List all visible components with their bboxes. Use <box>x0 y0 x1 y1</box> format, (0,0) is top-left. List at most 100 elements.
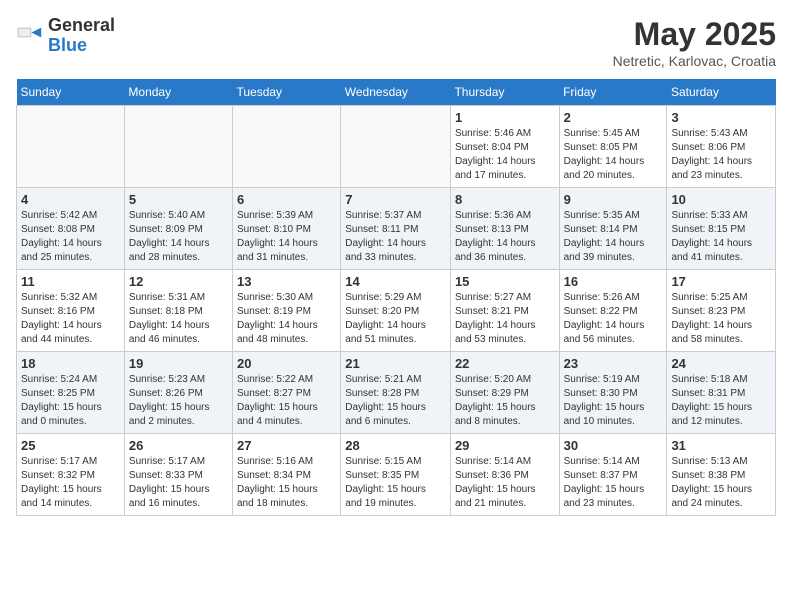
day-number: 12 <box>129 274 228 289</box>
day-info: Sunrise: 5:14 AMSunset: 8:37 PMDaylight:… <box>564 455 663 511</box>
weekday-header-sunday: Sunday <box>17 79 125 106</box>
calendar-cell <box>17 106 125 188</box>
day-number: 1 <box>455 110 555 125</box>
title-block: May 2025 Netretic, Karlovac, Croatia <box>613 16 776 69</box>
day-info: Sunrise: 5:36 AMSunset: 8:13 PMDaylight:… <box>455 209 555 265</box>
day-info: Sunrise: 5:40 AMSunset: 8:09 PMDaylight:… <box>129 209 228 265</box>
day-info: Sunrise: 5:23 AMSunset: 8:26 PMDaylight:… <box>129 373 228 429</box>
calendar-cell: 8 Sunrise: 5:36 AMSunset: 8:13 PMDaylight… <box>450 188 559 270</box>
day-number: 23 <box>564 356 663 371</box>
calendar-cell: 6 Sunrise: 5:39 AMSunset: 8:10 PMDaylight… <box>232 188 340 270</box>
day-number: 3 <box>671 110 771 125</box>
weekday-header-saturday: Saturday <box>667 79 776 106</box>
calendar-cell: 29 Sunrise: 5:14 AMSunset: 8:36 PMDayligh… <box>450 434 559 516</box>
calendar-week-row: 18Sunrise: 5:24 AMSunset: 8:25 PMDayligh… <box>17 352 776 434</box>
day-info: Sunrise: 5:15 AMSunset: 8:35 PMDaylight:… <box>345 455 446 511</box>
calendar-cell: 24 Sunrise: 5:18 AMSunset: 8:31 PMDayligh… <box>667 352 776 434</box>
calendar-week-row: 11Sunrise: 5:32 AMSunset: 8:16 PMDayligh… <box>17 270 776 352</box>
day-number: 19 <box>129 356 228 371</box>
day-info: Sunrise: 5:45 AMSunset: 8:05 PMDaylight:… <box>564 127 663 183</box>
day-number: 24 <box>671 356 771 371</box>
day-info: Sunrise: 5:42 AMSunset: 8:08 PMDaylight:… <box>21 209 120 265</box>
day-number: 7 <box>345 192 446 207</box>
day-number: 28 <box>345 438 446 453</box>
day-info: Sunrise: 5:18 AMSunset: 8:31 PMDaylight:… <box>671 373 771 429</box>
day-number: 22 <box>455 356 555 371</box>
calendar-week-row: 1 Sunrise: 5:46 AMSunset: 8:04 PMDaylight… <box>17 106 776 188</box>
day-info: Sunrise: 5:26 AMSunset: 8:22 PMDaylight:… <box>564 291 663 347</box>
day-number: 14 <box>345 274 446 289</box>
day-info: Sunrise: 5:13 AMSunset: 8:38 PMDaylight:… <box>671 455 771 511</box>
day-number: 5 <box>129 192 228 207</box>
calendar-cell: 30 Sunrise: 5:14 AMSunset: 8:37 PMDayligh… <box>559 434 667 516</box>
calendar-cell: 15 Sunrise: 5:27 AMSunset: 8:21 PMDayligh… <box>450 270 559 352</box>
calendar-cell: 21 Sunrise: 5:21 AMSunset: 8:28 PMDayligh… <box>341 352 451 434</box>
day-info: Sunrise: 5:31 AMSunset: 8:18 PMDaylight:… <box>129 291 228 347</box>
calendar-cell: 17 Sunrise: 5:25 AMSunset: 8:23 PMDayligh… <box>667 270 776 352</box>
calendar-cell: 28 Sunrise: 5:15 AMSunset: 8:35 PMDayligh… <box>341 434 451 516</box>
location-text: Netretic, Karlovac, Croatia <box>613 53 776 69</box>
day-info: Sunrise: 5:19 AMSunset: 8:30 PMDaylight:… <box>564 373 663 429</box>
day-number: 26 <box>129 438 228 453</box>
day-info: Sunrise: 5:39 AMSunset: 8:10 PMDaylight:… <box>237 209 336 265</box>
calendar-cell: 25 Sunrise: 5:17 AMSunset: 8:32 PMDayligh… <box>17 434 125 516</box>
calendar-cell: 14 Sunrise: 5:29 AMSunset: 8:20 PMDayligh… <box>341 270 451 352</box>
day-number: 16 <box>564 274 663 289</box>
weekday-header-row: SundayMondayTuesdayWednesdayThursdayFrid… <box>17 79 776 106</box>
day-info: Sunrise: 5:25 AMSunset: 8:23 PMDaylight:… <box>671 291 771 347</box>
day-number: 8 <box>455 192 555 207</box>
logo-text: General Blue <box>48 16 115 56</box>
day-info: Sunrise: 5:35 AMSunset: 8:14 PMDaylight:… <box>564 209 663 265</box>
calendar-cell: 2 Sunrise: 5:45 AMSunset: 8:05 PMDaylight… <box>559 106 667 188</box>
day-info: Sunrise: 5:29 AMSunset: 8:20 PMDaylight:… <box>345 291 446 347</box>
weekday-header-monday: Monday <box>124 79 232 106</box>
logo-blue-text: Blue <box>48 36 115 56</box>
calendar-cell <box>341 106 451 188</box>
calendar-cell: 16 Sunrise: 5:26 AMSunset: 8:22 PMDayligh… <box>559 270 667 352</box>
calendar-table: SundayMondayTuesdayWednesdayThursdayFrid… <box>16 79 776 516</box>
calendar-week-row: 4Sunrise: 5:42 AMSunset: 8:08 PMDaylight… <box>17 188 776 270</box>
day-number: 15 <box>455 274 555 289</box>
calendar-cell: 1 Sunrise: 5:46 AMSunset: 8:04 PMDaylight… <box>450 106 559 188</box>
page-header: General Blue May 2025 Netretic, Karlovac… <box>16 16 776 69</box>
day-info: Sunrise: 5:21 AMSunset: 8:28 PMDaylight:… <box>345 373 446 429</box>
month-title: May 2025 <box>613 16 776 53</box>
day-number: 25 <box>21 438 120 453</box>
day-number: 6 <box>237 192 336 207</box>
calendar-cell <box>124 106 232 188</box>
day-number: 21 <box>345 356 446 371</box>
calendar-cell: 10Sunrise: 5:33 AMSunset: 8:15 PMDayligh… <box>667 188 776 270</box>
calendar-cell: 12 Sunrise: 5:31 AMSunset: 8:18 PMDayligh… <box>124 270 232 352</box>
day-number: 20 <box>237 356 336 371</box>
logo: General Blue <box>16 16 115 56</box>
day-number: 11 <box>21 274 120 289</box>
day-number: 30 <box>564 438 663 453</box>
calendar-cell: 4Sunrise: 5:42 AMSunset: 8:08 PMDaylight… <box>17 188 125 270</box>
logo-icon <box>16 22 44 50</box>
day-info: Sunrise: 5:27 AMSunset: 8:21 PMDaylight:… <box>455 291 555 347</box>
day-number: 31 <box>671 438 771 453</box>
day-number: 10 <box>671 192 771 207</box>
day-info: Sunrise: 5:14 AMSunset: 8:36 PMDaylight:… <box>455 455 555 511</box>
weekday-header-wednesday: Wednesday <box>341 79 451 106</box>
day-number: 13 <box>237 274 336 289</box>
day-info: Sunrise: 5:37 AMSunset: 8:11 PMDaylight:… <box>345 209 446 265</box>
day-info: Sunrise: 5:22 AMSunset: 8:27 PMDaylight:… <box>237 373 336 429</box>
day-number: 9 <box>564 192 663 207</box>
day-number: 27 <box>237 438 336 453</box>
calendar-cell: 7 Sunrise: 5:37 AMSunset: 8:11 PMDaylight… <box>341 188 451 270</box>
weekday-header-friday: Friday <box>559 79 667 106</box>
calendar-cell: 26 Sunrise: 5:17 AMSunset: 8:33 PMDayligh… <box>124 434 232 516</box>
calendar-cell: 23 Sunrise: 5:19 AMSunset: 8:30 PMDayligh… <box>559 352 667 434</box>
day-number: 17 <box>671 274 771 289</box>
calendar-cell: 3Sunrise: 5:43 AMSunset: 8:06 PMDaylight… <box>667 106 776 188</box>
day-number: 2 <box>564 110 663 125</box>
calendar-cell: 18Sunrise: 5:24 AMSunset: 8:25 PMDayligh… <box>17 352 125 434</box>
day-info: Sunrise: 5:46 AMSunset: 8:04 PMDaylight:… <box>455 127 555 183</box>
calendar-cell: 5 Sunrise: 5:40 AMSunset: 8:09 PMDaylight… <box>124 188 232 270</box>
day-info: Sunrise: 5:17 AMSunset: 8:32 PMDaylight:… <box>21 455 120 511</box>
day-number: 18 <box>21 356 120 371</box>
day-info: Sunrise: 5:17 AMSunset: 8:33 PMDaylight:… <box>129 455 228 511</box>
day-info: Sunrise: 5:30 AMSunset: 8:19 PMDaylight:… <box>237 291 336 347</box>
day-number: 29 <box>455 438 555 453</box>
